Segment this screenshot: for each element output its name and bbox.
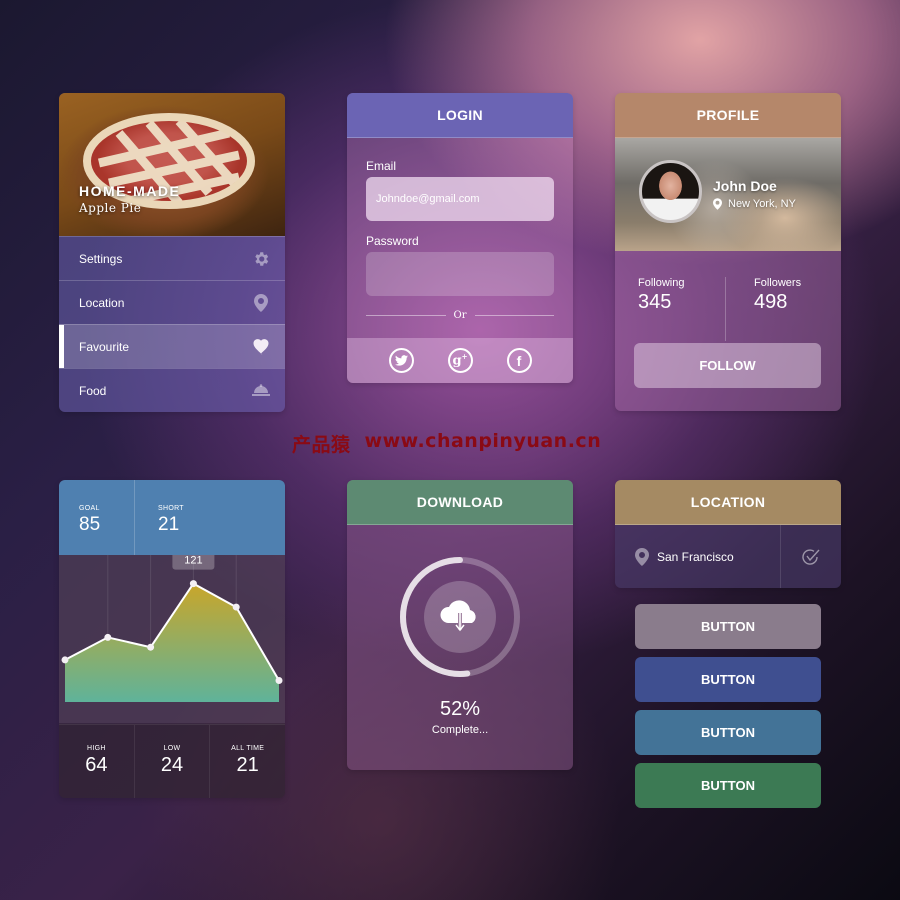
stat-value: 498 <box>754 291 788 313</box>
kpi-value: 21 <box>236 754 259 776</box>
kpi-low: LOW 24 <box>133 725 210 798</box>
kpi-label: ALL TIME <box>231 745 265 752</box>
profile-stats: Following 345 Followers 498 <box>615 251 841 341</box>
menu-item-location[interactable]: Location <box>59 280 285 324</box>
profile-name: John Doe <box>713 178 777 194</box>
watermark-cn: 产品猿 <box>292 435 351 456</box>
hero-subtitle: Apple Pie <box>79 201 142 215</box>
kpi-value: 21 <box>158 514 180 535</box>
menu-item-label: Settings <box>79 251 123 266</box>
confirm-location-button[interactable] <box>780 525 841 588</box>
login-card: LOGIN Email Johndoe@gmail.com Password O… <box>347 93 573 383</box>
area-chart: 121 <box>59 549 285 723</box>
twitter-icon[interactable] <box>388 348 414 373</box>
data-point[interactable] <box>275 676 283 684</box>
stat-label: Following <box>638 277 685 289</box>
password-field[interactable] <box>366 252 554 296</box>
location-city: San Francisco <box>657 549 734 564</box>
tooltip-label: 121 <box>184 555 202 567</box>
map-pin-icon <box>635 547 649 566</box>
location-header: LOCATION <box>615 480 841 525</box>
divider-line <box>474 315 555 316</box>
stat-label: Followers <box>754 277 802 289</box>
profile-card: PROFILE John Doe New York, NY Following … <box>615 93 841 411</box>
facebook-icon[interactable]: f <box>506 348 532 373</box>
chart-tooltip: 121 <box>172 549 215 570</box>
kpi-label: HIGH <box>86 745 106 752</box>
data-point[interactable] <box>147 643 155 651</box>
kpi-value: 64 <box>85 754 108 776</box>
chart-card: GOAL 85 SHORT 21 121 HIGH 64 LOW 24 ALL … <box>59 480 285 798</box>
profile-banner: John Doe New York, NY <box>615 138 841 251</box>
watermark: 产品猿 www.chanpinyuan.cn <box>292 430 601 457</box>
map-pin-icon <box>251 293 271 313</box>
food-cloche-icon <box>251 381 271 401</box>
gear-icon <box>251 249 271 269</box>
chart-footer: HIGH 64 LOW 24 ALL TIME 21 <box>59 724 285 798</box>
password-label: Password <box>366 234 419 248</box>
email-label: Email <box>366 159 397 173</box>
profile-location-text: New York, NY <box>728 198 796 210</box>
menu-item-favourite[interactable]: Favourite <box>59 324 285 368</box>
map-pin-icon <box>713 198 722 210</box>
button-gray[interactable]: BUTTON <box>635 604 821 649</box>
social-login-row: g+ f <box>347 338 573 383</box>
menu-item-label: Favourite <box>79 339 130 354</box>
email-field[interactable]: Johndoe@gmail.com <box>366 177 554 221</box>
location-row: San Francisco <box>615 525 841 588</box>
kpi-label: GOAL <box>79 505 100 512</box>
download-card: DOWNLOAD 52% Complete... <box>347 480 573 770</box>
heart-icon <box>251 337 271 357</box>
kpi-value: 85 <box>79 514 101 535</box>
button-steel-blue[interactable]: BUTTON <box>635 710 821 755</box>
kpi-label: SHORT <box>158 505 184 512</box>
progress-percent: 52% <box>439 698 481 720</box>
watermark-url: www.chanpinyuan.cn <box>364 430 602 452</box>
menu-item-label: Location <box>79 295 125 310</box>
data-point[interactable] <box>189 580 197 588</box>
kpi-high: HIGH 64 <box>59 725 134 798</box>
menu-item-label: Food <box>79 383 107 398</box>
download-header: DOWNLOAD <box>347 480 573 525</box>
kpi-label: LOW <box>163 745 181 752</box>
menu-item-settings[interactable]: Settings <box>59 236 285 280</box>
kpi-all-time: ALL TIME 21 <box>209 725 285 798</box>
area-chart-svg: 121 <box>61 549 283 702</box>
data-point[interactable] <box>61 656 69 664</box>
data-point[interactable] <box>104 633 112 641</box>
or-divider: Or <box>366 310 555 321</box>
button-green[interactable]: BUTTON <box>635 763 821 808</box>
kpi-short: SHORT 21 <box>134 480 209 555</box>
profile-header: PROFILE <box>615 93 841 138</box>
location-card: LOCATION San Francisco <box>615 480 841 588</box>
menu-card: HOME-MADE Apple Pie Settings Location Fa… <box>59 93 285 412</box>
stat-following[interactable]: Following 345 <box>615 277 725 341</box>
check-circle-icon <box>802 548 820 565</box>
location-field[interactable]: San Francisco <box>615 525 780 588</box>
kpi-goal: GOAL 85 <box>59 480 134 555</box>
download-progress-ring <box>398 555 522 679</box>
login-header: LOGIN <box>347 93 573 138</box>
progress-status: Complete... <box>431 724 489 736</box>
avatar[interactable] <box>639 160 702 223</box>
profile-location: New York, NY <box>713 198 796 210</box>
divider-line <box>366 315 446 316</box>
kpi-value: 24 <box>160 754 184 776</box>
hero-title: HOME-MADE <box>79 183 181 199</box>
follow-button[interactable]: FOLLOW <box>634 343 821 388</box>
stat-followers[interactable]: Followers 498 <box>725 277 841 341</box>
menu-item-food[interactable]: Food <box>59 368 285 412</box>
stat-value: 345 <box>638 291 672 313</box>
apple-pie-image: HOME-MADE Apple Pie <box>59 93 285 236</box>
data-point[interactable] <box>232 603 240 611</box>
chart-header: GOAL 85 SHORT 21 <box>59 480 285 555</box>
or-label: Or <box>453 310 467 321</box>
google-plus-icon[interactable]: g+ <box>447 348 473 373</box>
button-navy[interactable]: BUTTON <box>635 657 821 702</box>
